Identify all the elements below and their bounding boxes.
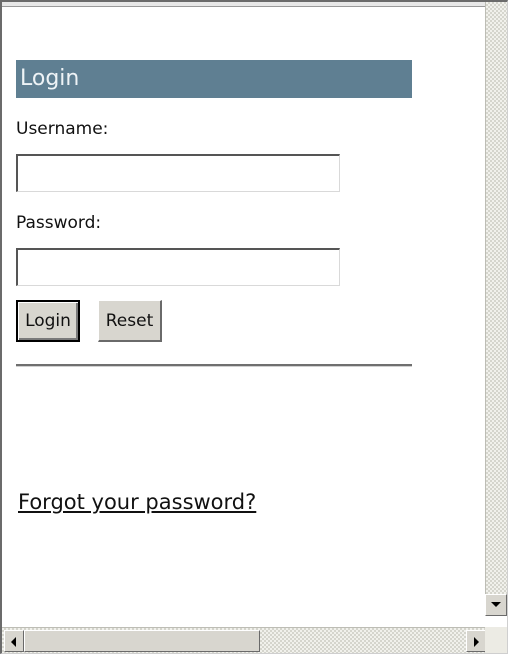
horizontal-scrollbar[interactable] — [2, 627, 488, 653]
button-row: Login Reset — [16, 300, 412, 344]
arrow-right-icon — [474, 637, 479, 647]
forgot-password-link[interactable]: Forgot your password? — [18, 490, 256, 514]
username-input[interactable] — [16, 154, 340, 192]
scroll-down-button[interactable] — [485, 594, 507, 616]
vertical-scrollbar[interactable] — [485, 2, 507, 616]
password-label: Password: — [16, 213, 102, 233]
login-window: Login Username: Password: Login Reset Fo… — [0, 0, 508, 654]
login-header: Login — [16, 60, 412, 98]
horizontal-scroll-thumb[interactable] — [24, 630, 260, 652]
arrow-left-icon — [11, 637, 16, 647]
login-panel: Login Username: Password: Login Reset — [16, 60, 412, 367]
top-edge — [2, 2, 507, 7]
scroll-right-button[interactable] — [466, 630, 486, 652]
arrow-down-icon — [491, 602, 501, 607]
login-button[interactable]: Login — [16, 300, 80, 342]
divider — [16, 364, 412, 367]
reset-button[interactable]: Reset — [98, 300, 162, 342]
scroll-left-button[interactable] — [4, 630, 24, 652]
username-label: Username: — [16, 119, 109, 139]
scrollbar-corner — [485, 627, 507, 653]
password-input[interactable] — [16, 248, 340, 286]
